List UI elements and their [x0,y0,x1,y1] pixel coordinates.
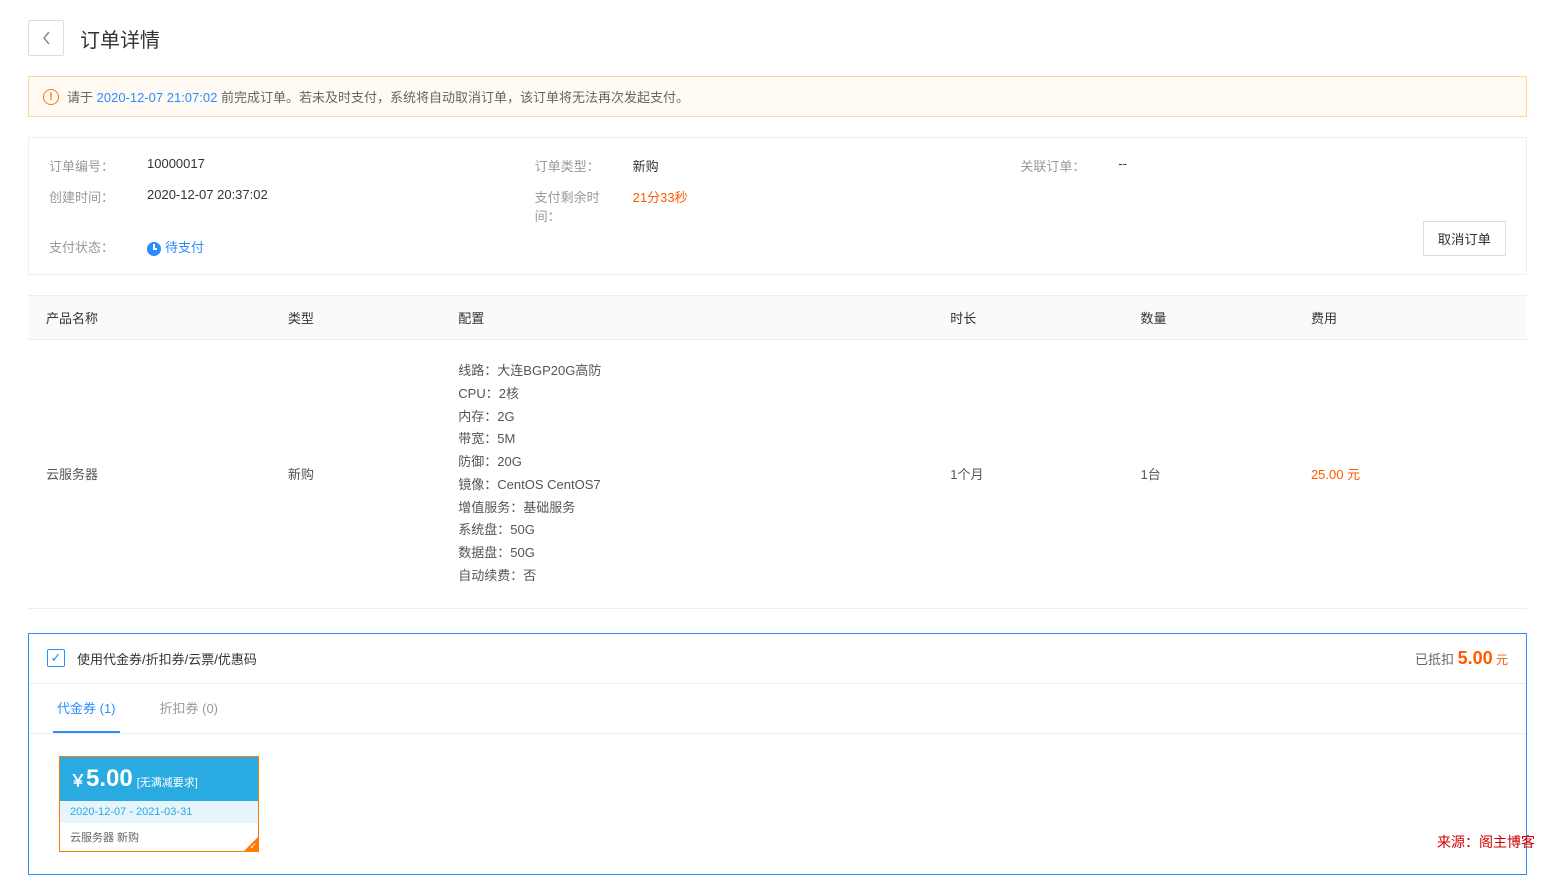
config-line: 增值服务：基础服务 [458,497,914,520]
chevron-left-icon [41,30,51,46]
col-qty: 数量 [1123,296,1293,340]
remaining-time-row: 支付剩余时间： 21分33秒 [535,187,1021,225]
config-line: 线路：大连BGP20G高防 [458,360,914,383]
page-title: 订单详情 [80,24,160,53]
col-config: 配置 [440,296,932,340]
order-id-row: 订单编号： 10000017 [49,156,535,175]
tab-voucher[interactable]: 代金券 (1) [53,684,120,733]
order-info-card: 订单编号： 10000017 订单类型： 新购 关联订单： -- 创建时间： 2… [28,137,1527,275]
col-product: 产品名称 [28,296,270,340]
col-duration: 时长 [932,296,1122,340]
coupon-section: ✓ 使用代金券/折扣券/云票/优惠码 已抵扣 5.00 元 代金券 (1) 折扣… [28,633,1527,875]
col-cost: 费用 [1293,296,1527,340]
tab-discount[interactable]: 折扣券 (0) [156,684,223,733]
config-line: 镜像：CentOS CentOS7 [458,474,914,497]
order-type-row: 订单类型： 新购 [535,156,1021,175]
config-line: CPU：2核 [458,383,914,406]
warning-icon: ! [43,89,59,105]
source-watermark: 来源：阁主博客 [1437,832,1535,852]
alert-text: 请于 2020-12-07 21:07:02 前完成订单。若未及时支付，系统将自… [67,87,689,106]
pay-status-row: 支付状态： 待支付 [49,237,535,256]
config-line: 数据盘：50G [458,542,914,565]
col-type: 类型 [270,296,440,340]
create-time-row: 创建时间： 2020-12-07 20:37:02 [49,187,535,225]
deduct-display: 已抵扣 5.00 元 [1415,648,1508,669]
cancel-order-button[interactable]: 取消订单 [1423,221,1506,256]
config-line: 防御：20G [458,451,914,474]
config-cell: 线路：大连BGP20G高防CPU：2核内存：2G带宽：5M防御：20G镜像：Ce… [440,340,932,609]
voucher-card[interactable]: ￥5.00[无满减要求] 2020-12-07 - 2021-03-31 云服务… [59,756,259,852]
check-icon: ✓ [249,841,257,852]
use-coupon-checkbox[interactable]: ✓ [47,649,65,667]
related-order-row: 关联订单： -- [1020,156,1506,175]
product-table: 产品名称 类型 配置 时长 数量 费用 云服务器 新购 线路：大连BGP20G高… [28,295,1527,609]
clock-icon [147,242,161,256]
voucher-date: 2020-12-07 - 2021-03-31 [60,801,258,823]
voucher-scope: 云服务器 新购 ✓ [60,823,258,851]
config-line: 带宽：5M [458,428,914,451]
config-line: 系统盘：50G [458,519,914,542]
config-line: 内存：2G [458,406,914,429]
back-button[interactable] [28,20,64,56]
deadline-alert: ! 请于 2020-12-07 21:07:02 前完成订单。若未及时支付，系统… [28,76,1527,117]
config-line: 自动续费：否 [458,565,914,588]
coupon-label: 使用代金券/折扣券/云票/优惠码 [77,649,257,668]
table-row: 云服务器 新购 线路：大连BGP20G高防CPU：2核内存：2G带宽：5M防御：… [28,340,1527,609]
